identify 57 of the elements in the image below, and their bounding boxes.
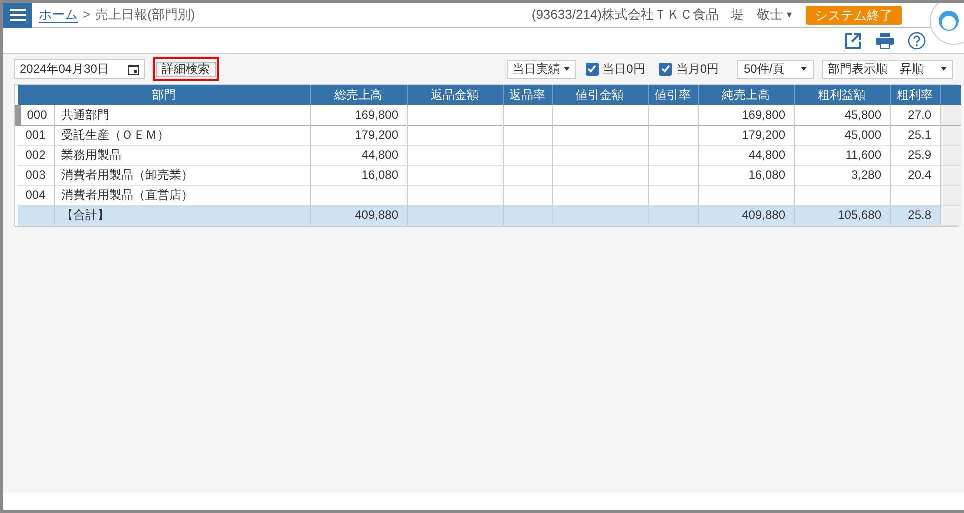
table-cell: 45,000 [844, 128, 882, 142]
total-row[interactable]: 【合計】 409,880 409,880 105,680 25.8 [18, 205, 961, 225]
checkbox-label: 当月0円 [676, 61, 719, 78]
table-cell: 25.9 [908, 148, 932, 162]
table-cell: 002 [26, 148, 46, 162]
calendar-icon [128, 64, 139, 74]
checkbox[interactable] [659, 62, 672, 76]
table-cell: 44,800 [362, 148, 398, 162]
table-cell: 169,800 [355, 108, 398, 122]
table-cell: 001 [26, 128, 46, 142]
table-cell: 004 [26, 188, 46, 202]
home-link[interactable]: ホーム [39, 7, 78, 23]
table-cell: 3,280 [851, 168, 882, 182]
table-cell: 業務用製品 [62, 148, 122, 162]
table-cell: 003 [26, 168, 46, 182]
table-row[interactable]: 003 消費者用製品（卸売業） 16,080 16,080 3,280 20.4 [18, 165, 961, 185]
table-cell: 105,680 [838, 208, 882, 222]
checkbox[interactable] [586, 62, 599, 76]
page-size-dropdown[interactable]: 50件/頁 [737, 60, 814, 78]
company-name: (93633/214)株式会社ＴＫＣ食品 [532, 6, 719, 24]
menu-icon [10, 9, 26, 21]
breadcrumb-separator: > [83, 6, 91, 24]
table-cell: 消費者用製品（卸売業） [62, 168, 194, 182]
export-icon[interactable] [844, 32, 862, 50]
table-cell: 消費者用製品（直営店） [62, 188, 194, 202]
detail-search-button[interactable]: 詳細検索 [156, 62, 216, 77]
table-cell: 【合計】 [62, 208, 110, 222]
table-row[interactable]: 000 共通部門 169,800 169,800 45,800 27.0 [18, 105, 961, 125]
table-row[interactable]: 004 消費者用製品（直営店） [18, 185, 961, 205]
table-cell: 20.4 [908, 168, 932, 182]
table-row[interactable]: 002 業務用製品 44,800 44,800 11,600 25.9 [18, 145, 961, 165]
table-cell: 179,200 [742, 128, 786, 142]
menu-button[interactable] [3, 3, 32, 28]
table-cell: 169,800 [742, 108, 786, 122]
table-cell: 11,600 [846, 148, 882, 162]
checkbox-label: 当日0円 [602, 61, 646, 78]
table-cell: 179,200 [355, 128, 398, 142]
table-cell: 409,880 [742, 208, 786, 222]
table-cell: 000 [27, 108, 48, 122]
page-title: 売上日報(部門別) [96, 6, 196, 24]
table-cell: 25.1 [908, 128, 932, 142]
help-icon[interactable] [908, 32, 926, 50]
period-dropdown[interactable]: 当日実績 [506, 60, 576, 78]
table-cell: 共通部門 [62, 108, 110, 122]
table-row[interactable]: 001 受託生産（ＯＥＭ） 179,200 179,200 45,000 25.1 [18, 125, 961, 145]
sort-dropdown[interactable]: 部門表示順 昇順 [822, 60, 953, 78]
table-cell: 27.0 [908, 108, 932, 122]
table-cell: 16,080 [748, 168, 786, 182]
table-cell: 16,080 [362, 168, 398, 182]
table-cell: 受託生産（ＯＥＭ） [62, 128, 170, 142]
table-cell: 25.8 [908, 208, 932, 222]
table-cell: 409,880 [355, 208, 398, 222]
table-cell: 45,800 [844, 108, 882, 122]
user-menu[interactable]: 堤 敬士 ▾ [731, 5, 792, 25]
date-field[interactable]: 2024年04月30日 [14, 59, 145, 79]
table-cell: 44,800 [748, 148, 786, 162]
print-icon[interactable] [876, 32, 894, 48]
